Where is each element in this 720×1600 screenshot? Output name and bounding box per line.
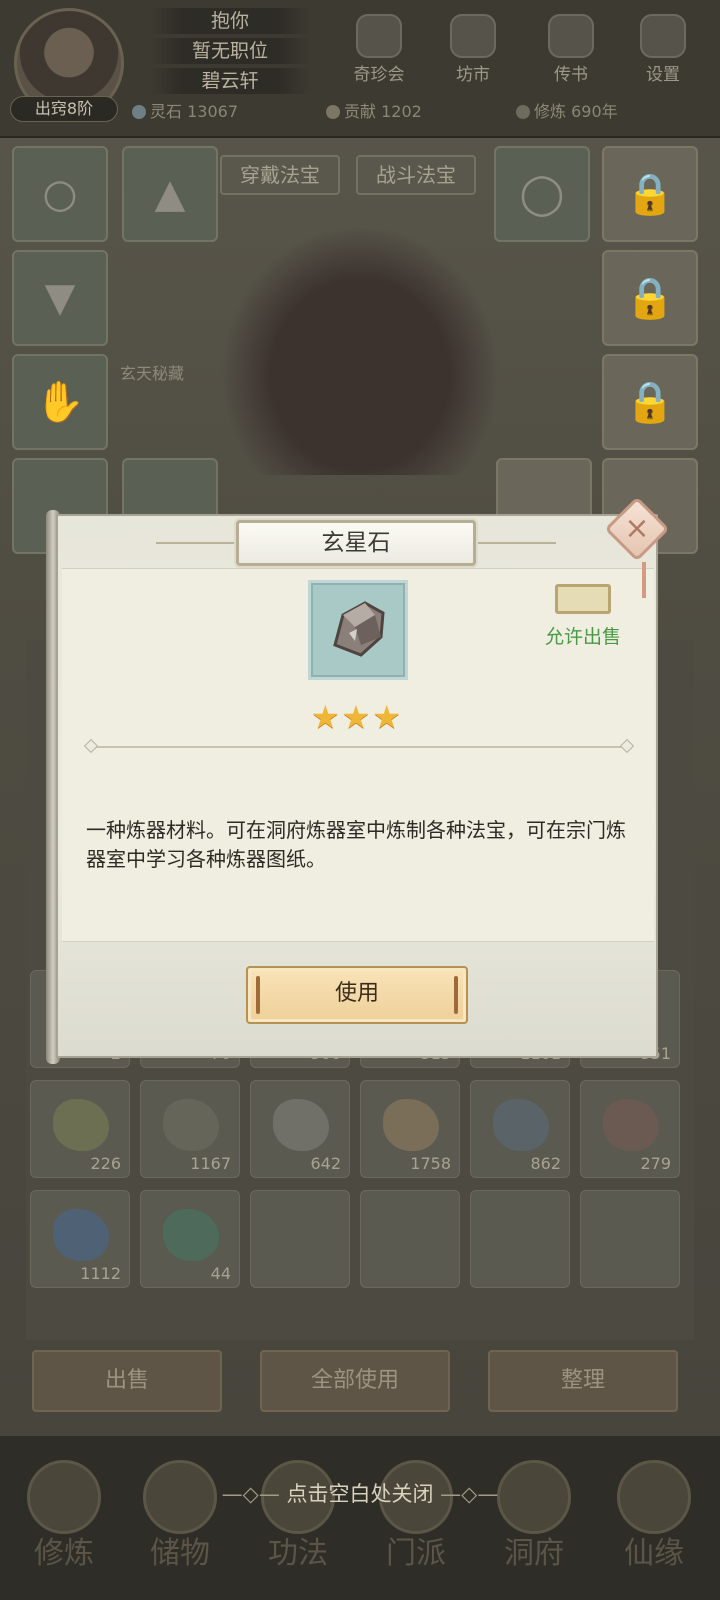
bag-cell[interactable]: 1758 <box>360 1080 460 1178</box>
sell-status-label: 允许出售 <box>544 626 621 648</box>
rank-badge: 出窍8阶 <box>10 96 118 122</box>
chest-icon <box>555 584 611 614</box>
tab-worn-treasure[interactable]: 穿戴法宝 <box>220 155 340 195</box>
close-hint[interactable]: —◇— 点击空白处关闭 —◇— <box>0 1478 720 1508</box>
title-ornament <box>156 542 246 544</box>
market-icon <box>450 14 496 58</box>
scroll-icon <box>548 14 594 58</box>
necklace-icon: ○ <box>42 171 78 217</box>
close-icon: × <box>624 511 650 546</box>
ore-item-icon <box>603 1099 659 1151</box>
title-ornament <box>466 542 556 544</box>
equip-slot-ring[interactable]: ◯ <box>494 146 590 242</box>
player-name: 抱你 <box>150 8 310 34</box>
character-figure <box>220 225 500 475</box>
equip-slot-robe[interactable]: ▼ <box>12 250 108 346</box>
ore-item-icon <box>383 1099 439 1151</box>
bag-cell[interactable]: 1167 <box>140 1080 240 1178</box>
use-all-button[interactable]: 全部使用 <box>260 1350 450 1412</box>
lock-icon: 🔒 <box>625 275 675 322</box>
glove-icon: ✋ <box>35 379 85 426</box>
tassel <box>642 562 646 598</box>
lock-icon: 🔒 <box>625 171 675 218</box>
contribution-icon <box>326 105 340 119</box>
lock-icon: 🔒 <box>625 379 675 426</box>
divider <box>83 738 635 754</box>
player-sect: 碧云轩 <box>150 68 310 94</box>
equip-slot-glove[interactable]: ✋ <box>12 354 108 450</box>
bag-cell-empty[interactable] <box>250 1190 350 1288</box>
spirit-stone-icon <box>132 105 146 119</box>
equip-slot-locked[interactable]: 🔒 <box>602 250 698 346</box>
use-button[interactable]: 使用 <box>246 966 468 1024</box>
equip-slot-locked[interactable]: 🔒 <box>602 354 698 450</box>
gear-icon <box>640 14 686 58</box>
bag-cell[interactable]: 642 <box>250 1080 350 1178</box>
tab-battle-treasure[interactable]: 战斗法宝 <box>356 155 476 195</box>
item-icon-frame <box>308 580 408 680</box>
bag-cell[interactable]: 226 <box>30 1080 130 1178</box>
ring-icon: ◯ <box>519 171 565 217</box>
bag-cell-empty[interactable] <box>580 1190 680 1288</box>
bag-cell-empty[interactable] <box>470 1190 570 1288</box>
treasure-fair-button[interactable]: 奇珍会 <box>344 14 414 85</box>
bag-cell[interactable]: 862 <box>470 1080 570 1178</box>
secret-treasure-label[interactable]: 玄天秘藏 <box>120 360 184 384</box>
contribution-stat: 贡献 1202 <box>326 100 422 124</box>
herb-item-icon <box>163 1099 219 1151</box>
top-header: 出窍8阶 抱你 暂无职位 碧云轩 奇珍会 坊市 传书 设置 灵石 13067 贡… <box>0 0 720 138</box>
item-detail-dialog: 玄星石 × 允许出售 ★★★ 一种炼器材料。可在洞府炼器室中炼制各种法宝，可在宗… <box>46 496 670 1064</box>
hat-icon: ▲ <box>154 171 186 217</box>
cultivation-icon <box>516 105 530 119</box>
crystal-item-icon <box>53 1209 109 1261</box>
stone-icon <box>333 601 385 657</box>
bag-cell-empty[interactable] <box>360 1190 460 1288</box>
sort-button[interactable]: 整理 <box>488 1350 678 1412</box>
equip-slot-necklace[interactable]: ○ <box>12 146 108 242</box>
sell-status: 允许出售 <box>528 584 638 649</box>
market-button[interactable]: 坊市 <box>438 14 508 85</box>
treasure-fair-icon <box>356 14 402 58</box>
cultivation-stat: 修炼 690年 <box>516 100 618 124</box>
equip-slot-locked[interactable]: 🔒 <box>602 146 698 242</box>
equip-slot-hat[interactable]: ▲ <box>122 146 218 242</box>
sell-button[interactable]: 出售 <box>32 1350 222 1412</box>
item-description: 一种炼器材料。可在洞府炼器室中炼制各种法宝，可在宗门炼器室中学习各种炼器图纸。 <box>86 818 626 871</box>
herb-item-icon <box>53 1099 109 1151</box>
bag-cell[interactable]: 44 <box>140 1190 240 1288</box>
crystal-item-icon <box>163 1209 219 1261</box>
mail-button[interactable]: 传书 <box>536 14 606 85</box>
star-rating: ★★★ <box>310 698 404 736</box>
bag-cell[interactable]: 1112 <box>30 1190 130 1288</box>
player-position: 暂无职位 <box>150 38 310 64</box>
bag-cell[interactable]: 279 <box>580 1080 680 1178</box>
ore-item-icon <box>493 1099 549 1151</box>
robe-icon: ▼ <box>44 275 76 321</box>
settings-button[interactable]: 设置 <box>628 14 698 85</box>
spirit-stone-stat: 灵石 13067 <box>132 100 238 124</box>
ore-item-icon <box>273 1099 329 1151</box>
item-title: 玄星石 <box>236 520 476 566</box>
